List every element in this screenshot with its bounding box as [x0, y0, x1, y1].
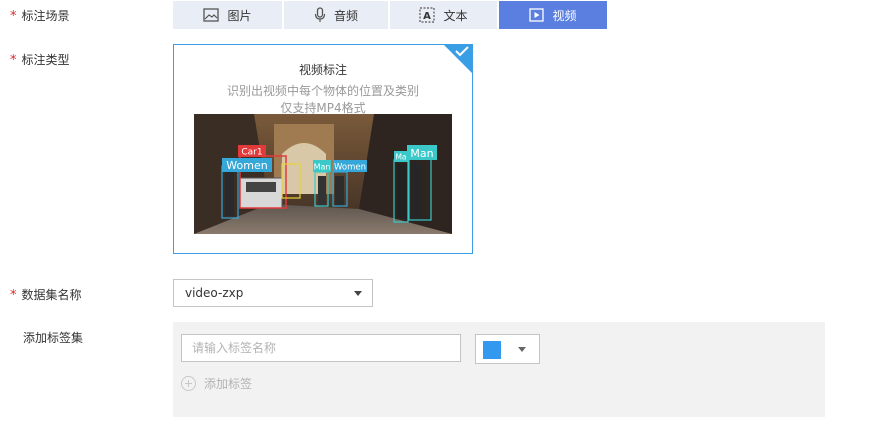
add-tag-button[interactable]: 添加标签 — [181, 375, 252, 392]
detection-label: Car1 — [241, 148, 262, 158]
tag-name-input[interactable] — [181, 334, 461, 362]
chevron-down-icon — [518, 347, 526, 352]
scene-label: * 标注场景 — [10, 9, 70, 24]
tab-video[interactable]: 视频 — [499, 1, 607, 29]
checkmark-icon — [454, 45, 470, 62]
chevron-down-icon — [354, 291, 362, 296]
play-icon — [529, 8, 545, 22]
scene-tabs: 图片 音频 A 文本 视频 — [173, 1, 607, 29]
tab-audio[interactable]: 音频 — [284, 1, 388, 29]
dataset-label: * 数据集名称 — [10, 288, 82, 303]
type-label: * 标注类型 — [10, 53, 70, 68]
labelset-label: 添加标签集 — [23, 331, 84, 345]
detection-label: Women — [334, 163, 366, 173]
text-icon: A — [419, 7, 436, 23]
detection-label: Man — [314, 163, 331, 172]
video-annotation-card[interactable]: 视频标注 识别出视频中每个物体的位置及类别 仅支持MP4格式 Car1 Wome… — [173, 44, 473, 254]
detection-label: Women — [226, 159, 267, 172]
card-description: 识别出视频中每个物体的位置及类别 — [226, 84, 419, 98]
detection-label: Man — [410, 147, 433, 160]
dataset-select[interactable]: video-zxp — [173, 279, 373, 307]
svg-text:A: A — [424, 11, 432, 22]
video-preview-image: Car1 Women Man Women Ma Man — [194, 114, 452, 234]
color-picker[interactable] — [475, 334, 540, 364]
tab-text[interactable]: A 文本 — [390, 1, 497, 29]
microphone-icon — [314, 7, 326, 23]
dataset-select-value: video-zxp — [185, 286, 244, 300]
tab-image[interactable]: 图片 — [173, 1, 282, 29]
color-swatch — [483, 341, 501, 359]
add-circle-icon — [181, 376, 196, 391]
labelset-panel: 添加标签 — [173, 322, 825, 417]
image-icon — [203, 8, 220, 22]
detection-label: Ma — [395, 153, 406, 162]
card-title: 视频标注 — [298, 63, 347, 77]
